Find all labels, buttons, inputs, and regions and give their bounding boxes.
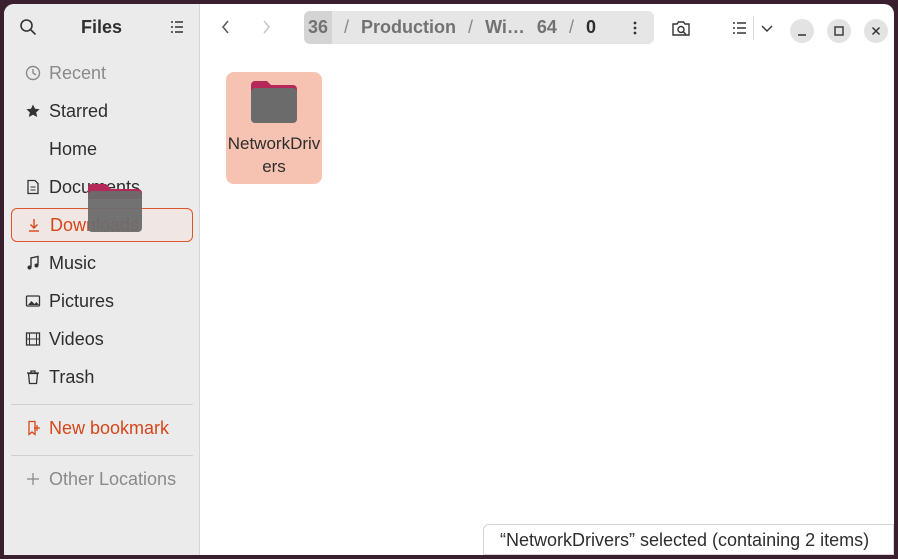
file-name: NetworkDrivers: [227, 134, 321, 176]
path-separator: /: [344, 17, 350, 37]
path-separator: /: [468, 17, 474, 37]
sidebar-item-label: Home: [49, 138, 98, 159]
file-manager-window: Files Recent Starred Home Documents Down…: [4, 4, 894, 555]
sidebar-item-label: Trash: [49, 366, 95, 387]
close-button[interactable]: [864, 19, 888, 43]
sidebar-header: Files: [4, 4, 199, 50]
sidebar-new-bookmark[interactable]: New bookmark: [11, 411, 193, 445]
list-view-icon[interactable]: [729, 17, 751, 39]
file-view: NetworkDrivers “NetworkDrivers” selected…: [200, 50, 894, 555]
clock-icon: [25, 65, 41, 81]
sidebar-item-label: Pictures: [49, 290, 115, 311]
film-icon: [25, 331, 41, 347]
path-segment[interactable]: Wi…: [485, 17, 525, 38]
plus-icon: [25, 471, 41, 487]
search-folder-icon[interactable]: [670, 17, 692, 39]
path-menu-icon[interactable]: [626, 19, 644, 37]
path-segment[interactable]: 64: [537, 17, 557, 38]
sidebar-item-label: Starred: [49, 100, 109, 121]
picture-icon: [25, 293, 41, 309]
other-locations-label: Other Locations: [49, 468, 177, 489]
sidebar: Files Recent Starred Home Documents Down…: [4, 4, 200, 555]
sidebar-item-music[interactable]: Music: [11, 246, 193, 280]
sidebar-item-starred[interactable]: Starred: [11, 94, 193, 128]
maximize-button[interactable]: [827, 19, 851, 43]
path-segment[interactable]: Production: [361, 17, 456, 38]
file-item[interactable]: NetworkDrivers: [226, 72, 322, 184]
music-icon: [25, 255, 41, 271]
folder-icon: [250, 80, 298, 124]
back-icon[interactable]: [216, 17, 236, 37]
view-separator: [753, 16, 754, 40]
status-bar: “NetworkDrivers” selected (containing 2 …: [483, 524, 894, 555]
new-bookmark-label: New bookmark: [49, 417, 170, 438]
minimize-button[interactable]: [790, 19, 814, 43]
sidebar-item-home[interactable]: Home: [11, 132, 193, 166]
sidebar-item-trash[interactable]: Trash: [11, 360, 193, 394]
star-icon: [25, 103, 41, 119]
sidebar-other-locations[interactable]: Other Locations: [11, 462, 193, 496]
path-separator: /: [568, 17, 574, 37]
dragged-folder-icon: [86, 182, 144, 234]
path-segment-current[interactable]: 0: [586, 17, 596, 38]
sidebar-item-label: Recent: [49, 62, 107, 83]
download-icon: [26, 217, 42, 233]
forward-icon[interactable]: [256, 17, 276, 37]
sidebar-item-recent[interactable]: Recent: [11, 56, 193, 90]
path-segment[interactable]: 36: [304, 11, 333, 44]
sidebar-item-videos[interactable]: Videos: [11, 322, 193, 356]
bookmark-add-icon: [25, 420, 41, 436]
sidebar-item-label: Music: [49, 252, 97, 273]
sidebar-menu-icon[interactable]: [168, 18, 186, 36]
chevron-down-icon[interactable]: [756, 17, 778, 39]
sidebar-divider: [11, 404, 193, 405]
trash-icon: [25, 369, 41, 385]
sidebar-item-label: Videos: [49, 328, 104, 349]
path-bar[interactable]: 36 / Production / Wi… 64 / 0: [304, 11, 654, 44]
document-icon: [25, 179, 41, 195]
sidebar-item-pictures[interactable]: Pictures: [11, 284, 193, 318]
sidebar-divider: [11, 455, 193, 456]
header-bar: 36 / Production / Wi… 64 / 0: [200, 4, 894, 50]
home-icon: [25, 141, 41, 157]
